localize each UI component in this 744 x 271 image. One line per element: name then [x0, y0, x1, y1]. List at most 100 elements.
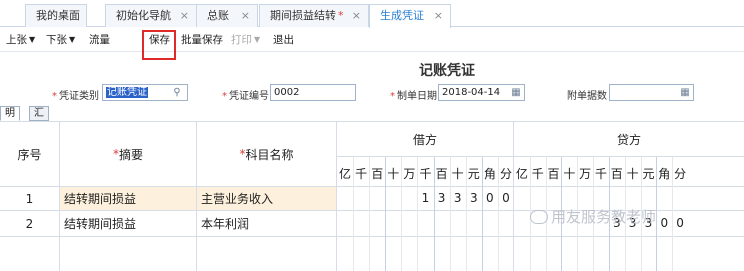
digit-column-divider — [433, 157, 435, 271]
digit-column-divider — [656, 157, 658, 271]
modified-indicator: * — [338, 9, 344, 22]
credit-unit-label: 十 — [563, 167, 576, 181]
header-text: 科目名称 — [245, 147, 294, 162]
debit-unit-label: 十 — [451, 167, 464, 181]
table-row-summary[interactable]: 结转期间损益 — [60, 211, 197, 237]
date-label: * 制单日期 — [390, 87, 437, 102]
tab-my-desktop[interactable]: 我的桌面 — [25, 4, 87, 27]
calendar-icon[interactable]: ▦ — [510, 86, 522, 99]
table-row-summary[interactable] — [60, 237, 197, 271]
toolbar: 上张 ▼ 下张 ▼ 流量 保存 批量保存 打印 ▼ 退出 — [0, 28, 744, 52]
debit-unit-label: 分 — [499, 167, 512, 181]
chevron-down-icon[interactable]: ▼ — [29, 35, 35, 44]
table-row-seq[interactable]: 2 — [0, 211, 60, 237]
debit-unit-label: 亿 — [339, 167, 352, 181]
label-text: 凭证编号 — [229, 91, 269, 102]
calendar-icon[interactable]: ▦ — [679, 86, 691, 99]
table-row-seq[interactable]: 1 — [0, 187, 60, 211]
required-marker: * — [222, 91, 227, 102]
exit-button[interactable]: 退出 — [273, 32, 294, 48]
column-header-seq: 序号 — [0, 122, 60, 187]
close-icon[interactable]: × — [180, 5, 189, 27]
voucher-entry-grid: 序号 * 摘要 * 科目名称 借方 贷方 1 结转期间损益 主营业务收入 2 结转期… — [0, 121, 744, 271]
voucher-title: 记账凭证 — [419, 63, 475, 79]
prev-voucher-button[interactable]: 上张 ▼ — [6, 32, 35, 48]
cash-flow-button[interactable]: 流量 — [89, 32, 110, 48]
batch-save-button[interactable]: 批量保存 — [181, 32, 223, 48]
debit-unit-label: 千 — [355, 167, 368, 181]
button-label: 批量保存 — [181, 34, 223, 46]
label-text: 凭证类别 — [59, 91, 99, 102]
next-voucher-button[interactable]: 下张 ▼ — [46, 32, 75, 48]
voucher-number-label: * 凭证编号 — [222, 87, 269, 102]
digit-column-divider — [369, 157, 371, 271]
credit-amount-digit: 0 — [676, 216, 684, 230]
attachments-label: 附单据数 — [567, 87, 607, 102]
field-value: 2018-04-14 — [442, 87, 501, 98]
button-label: 打印 — [231, 34, 252, 46]
debit-amount-digit: 1 — [421, 191, 430, 205]
table-row-account[interactable] — [197, 237, 337, 271]
required-marker: * — [52, 91, 57, 102]
button-label: 上张 — [6, 34, 27, 46]
table-row-account[interactable]: 本年利润 — [197, 211, 337, 237]
debit-amount-digit: 3 — [437, 191, 446, 205]
tab-label: 总账 — [207, 9, 229, 22]
column-header-summary: * 摘要 — [60, 122, 197, 187]
close-icon[interactable]: × — [241, 5, 250, 27]
debit-unit-label: 千 — [419, 167, 432, 181]
credit-amount-digit: 0 — [660, 216, 669, 230]
debit-amount-digit: 0 — [486, 191, 494, 205]
table-row-seq[interactable] — [0, 237, 60, 271]
chevron-down-icon[interactable]: ▼ — [69, 35, 75, 44]
save-highlight-outline — [142, 30, 176, 60]
credit-unit-label: 元 — [642, 167, 655, 181]
tab-summary[interactable]: 汇总 — [29, 106, 49, 133]
debit-unit-label: 万 — [403, 167, 416, 181]
digit-column-divider — [465, 157, 467, 271]
tab-label: 期间损益结转 — [270, 9, 336, 22]
debit-amount-digit: 0 — [502, 191, 510, 205]
credit-unit-label: 亿 — [515, 167, 528, 181]
voucher-type-field[interactable]: 记账凭证 ⚲ — [102, 84, 188, 101]
print-button[interactable]: 打印 ▼ — [231, 32, 260, 48]
close-icon[interactable]: × — [434, 5, 443, 27]
label-text: 附单据数 — [567, 91, 607, 102]
tab-generate-voucher[interactable]: 生成凭证 × — [369, 4, 451, 28]
debit-unit-label: 角 — [483, 167, 496, 181]
digit-column-divider — [449, 157, 451, 271]
search-icon[interactable]: ⚲ — [171, 86, 183, 99]
credit-unit-label: 百 — [547, 167, 560, 181]
field-value: 记账凭证 — [106, 87, 148, 98]
table-row-debit[interactable] — [337, 237, 514, 271]
button-label: 退出 — [273, 34, 294, 46]
tab-period-pl-transfer[interactable]: 期间损益结转 * × — [259, 4, 369, 27]
column-header-account: * 科目名称 — [197, 122, 337, 187]
digit-column-divider — [401, 157, 403, 271]
watermark-text: 用友服务教老师 — [551, 208, 657, 226]
tab-general-ledger[interactable]: 总账 × — [196, 4, 258, 27]
table-row-credit[interactable] — [514, 237, 744, 271]
table-row-debit[interactable] — [337, 211, 514, 237]
table-row-account[interactable]: 主营业务收入 — [197, 187, 337, 211]
required-marker: * — [390, 91, 395, 102]
close-icon[interactable]: × — [352, 5, 361, 27]
debit-amount-digit: 3 — [469, 191, 478, 205]
tab-detail[interactable]: 明细 — [0, 106, 20, 133]
date-field[interactable]: 2018-04-14 ▦ — [438, 84, 525, 101]
digit-column-divider — [481, 157, 483, 271]
voucher-type-label: * 凭证类别 — [52, 87, 99, 102]
table-row-summary[interactable]: 结转期间损益 — [60, 187, 197, 211]
tab-init-nav[interactable]: 初始化导航 × — [105, 4, 197, 27]
credit-unit-label: 十 — [626, 167, 639, 181]
chevron-down-icon[interactable]: ▼ — [254, 35, 260, 44]
tab-bar: 我的桌面 初始化导航 × 总账 × 期间损益结转 * × 生成凭证 × — [0, 0, 744, 28]
voucher-number-field[interactable]: 0002 — [270, 84, 356, 101]
header-text: 摘要 — [118, 147, 143, 162]
field-value: 0002 — [274, 87, 300, 98]
debit-unit-label: 百 — [435, 167, 448, 181]
attachments-field[interactable]: ▦ — [609, 84, 694, 101]
credit-unit-label: 千 — [594, 167, 607, 181]
button-label: 下张 — [46, 34, 67, 46]
button-label: 流量 — [89, 34, 110, 46]
